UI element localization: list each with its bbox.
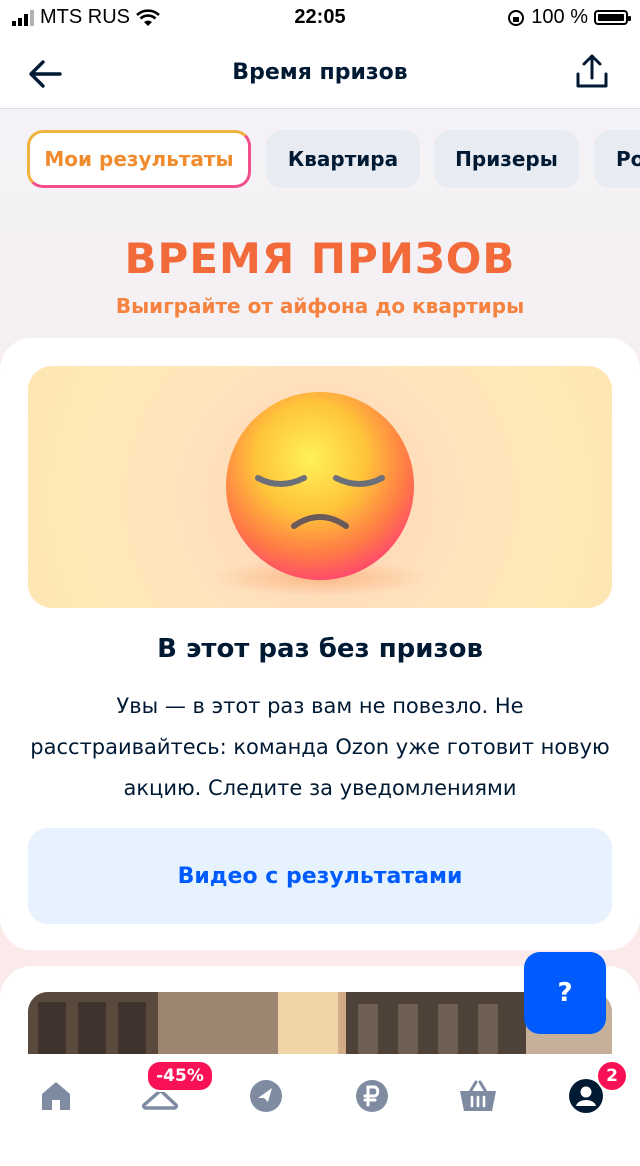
tab-apartment[interactable]: Квартира bbox=[266, 130, 420, 188]
results-video-button[interactable]: Видео с результатами bbox=[28, 828, 612, 924]
tab-partial[interactable]: Ро bbox=[594, 130, 640, 188]
nav-cart[interactable] bbox=[458, 1076, 498, 1116]
help-button[interactable]: ? bbox=[524, 952, 606, 1034]
notification-badge: 2 bbox=[596, 1060, 628, 1092]
section-tabs: Мои результаты Квартира Призеры Ро bbox=[0, 108, 640, 208]
compass-icon bbox=[250, 1080, 282, 1112]
emoji-illustration bbox=[28, 366, 612, 608]
nav-explore[interactable] bbox=[246, 1076, 286, 1116]
result-card: В этот раз без призов Увы — в этот раз в… bbox=[0, 338, 640, 950]
discount-badge: -45% bbox=[146, 1060, 214, 1092]
tab-my-results[interactable]: Мои результаты bbox=[27, 130, 251, 188]
result-description: Увы — в этот раз вам не повезло. Не расс… bbox=[30, 694, 610, 800]
notification-badge-count: 2 bbox=[606, 1066, 618, 1086]
rotation-lock-icon bbox=[508, 9, 525, 26]
results-video-label: Видео с результатами bbox=[177, 863, 463, 889]
tab-label: Квартира bbox=[287, 147, 399, 171]
share-button[interactable] bbox=[572, 52, 612, 92]
nav-finance[interactable] bbox=[352, 1076, 392, 1116]
page-title: Время призов bbox=[232, 60, 408, 85]
home-icon bbox=[42, 1082, 70, 1110]
tab-winners[interactable]: Призеры bbox=[434, 130, 579, 188]
discount-badge-text: -45% bbox=[156, 1066, 204, 1086]
tab-label: Призеры bbox=[455, 147, 558, 171]
tab-label: Мои результаты bbox=[44, 147, 234, 171]
battery-icon bbox=[594, 10, 631, 25]
status-bar: MTS RUS 22:05 100 % bbox=[0, 0, 640, 36]
promo-title: ВРЕМЯ ПРИЗОВ bbox=[124, 234, 516, 283]
status-right: 100 % bbox=[507, 6, 631, 29]
pensive-face-icon bbox=[210, 392, 430, 596]
result-title: В этот раз без призов bbox=[157, 634, 483, 664]
help-label: ? bbox=[557, 978, 573, 1008]
ruble-icon bbox=[356, 1080, 388, 1112]
battery-percent: 100 % bbox=[531, 6, 588, 28]
bottom-navigation: -45% 2 bbox=[0, 1054, 640, 1139]
share-icon bbox=[576, 54, 608, 88]
tab-label: Ро bbox=[616, 147, 640, 171]
nav-home[interactable] bbox=[36, 1076, 76, 1116]
top-app-bar: Время призов bbox=[0, 36, 640, 109]
promo-subtitle: Выиграйте от айфона до квартиры bbox=[115, 294, 525, 318]
basket-icon bbox=[460, 1080, 496, 1111]
